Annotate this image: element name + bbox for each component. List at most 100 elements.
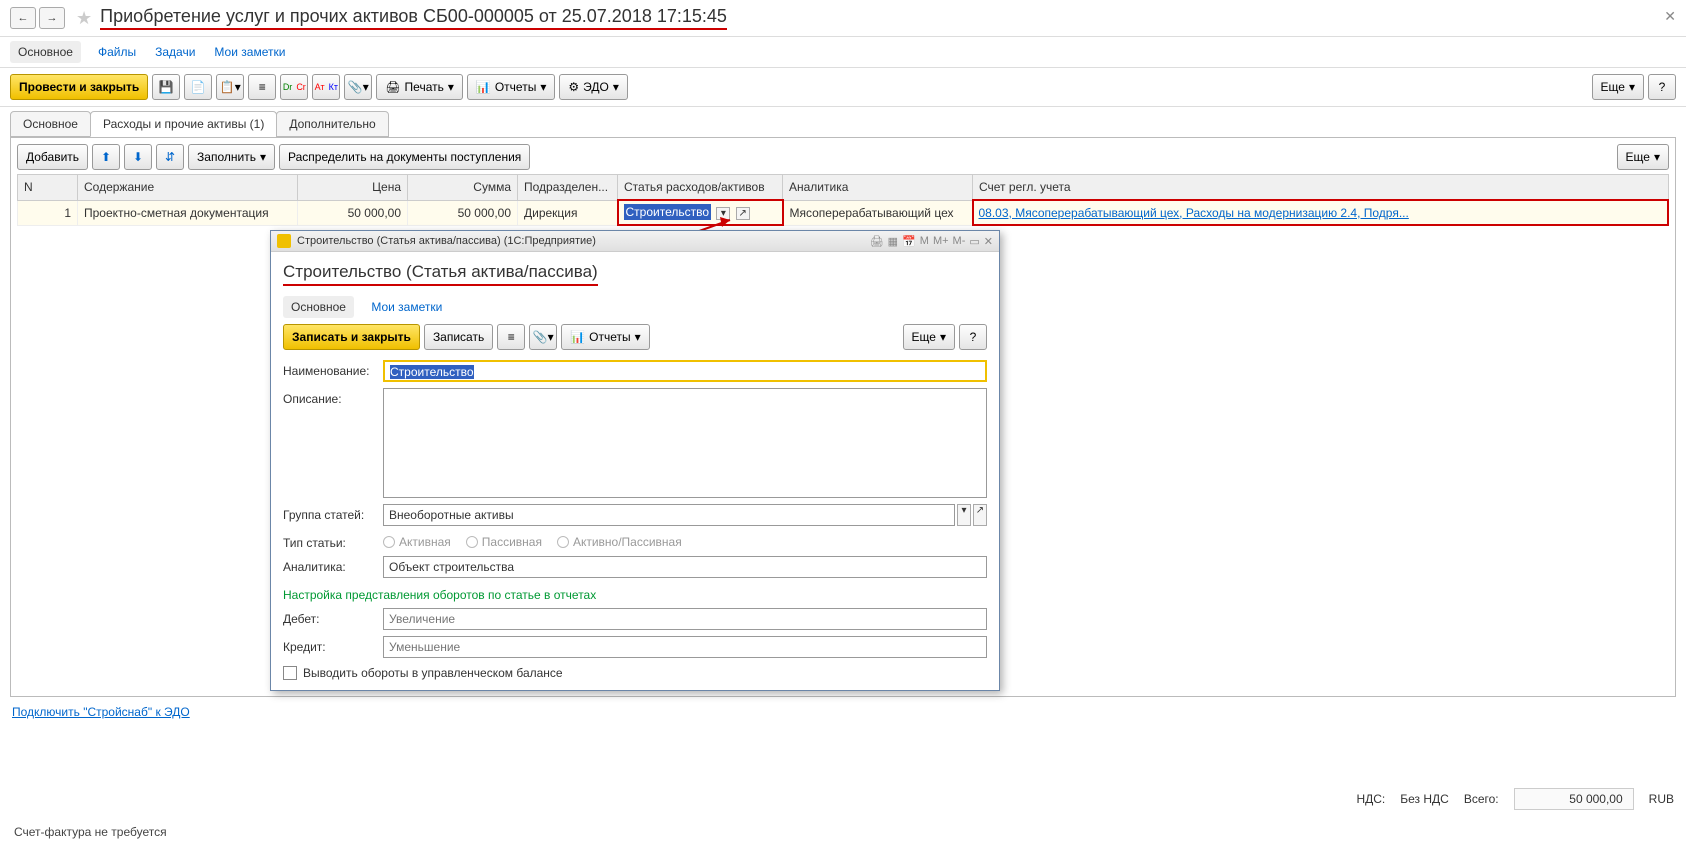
expense-dropdown-icon[interactable]: ▾: [716, 207, 730, 220]
print-button[interactable]: 🖨 Печать ▾: [376, 74, 463, 100]
save-icon-button[interactable]: 💾: [152, 74, 180, 100]
col-content[interactable]: Содержание: [78, 175, 298, 201]
label-credit: Кредит:: [283, 636, 383, 654]
subtab-additional[interactable]: Дополнительно: [276, 111, 388, 137]
cell-n[interactable]: 1: [18, 200, 78, 225]
dr-cr-button[interactable]: DrCr: [280, 74, 308, 100]
connect-edo-link[interactable]: Подключить "Стройснаб" к ЭДО: [0, 697, 202, 727]
share-icon-button[interactable]: ⇵: [156, 144, 184, 170]
checkbox-row[interactable]: Выводить обороты в управленческом баланс…: [283, 666, 987, 680]
distribute-button[interactable]: Распределить на документы поступления: [279, 144, 530, 170]
select-group[interactable]: Внеоборотные активы: [383, 504, 955, 526]
col-expense[interactable]: Статья расходов/активов: [618, 175, 783, 201]
add-button[interactable]: Добавить: [17, 144, 88, 170]
checkbox-icon[interactable]: [283, 666, 297, 680]
inner-toolbar: Добавить ⬆ ⬇ ⇵ Заполнить ▾ Распределить …: [17, 144, 1669, 170]
header-bar: ← → ★ Приобретение услуг и прочих активо…: [0, 0, 1686, 37]
tab-tasks[interactable]: Задачи: [153, 41, 197, 63]
inner-more-button[interactable]: Еще ▾: [1617, 144, 1669, 170]
popup-close-icon[interactable]: ✕: [984, 235, 993, 248]
cell-dept[interactable]: Дирекция: [518, 200, 618, 225]
col-dept[interactable]: Подразделен...: [518, 175, 618, 201]
popup-heading: Строительство (Статья актива/пассива): [283, 262, 598, 286]
radio-passive[interactable]: Пассивная: [466, 535, 542, 549]
col-analytics[interactable]: Аналитика: [783, 175, 973, 201]
popup-tab-notes[interactable]: Мои заметки: [369, 296, 444, 318]
move-down-button[interactable]: ⬇: [124, 144, 152, 170]
input-debit[interactable]: [383, 608, 987, 630]
popup-mminus-icon[interactable]: M-: [953, 235, 966, 248]
copy-icon-button[interactable]: 📋▾: [216, 74, 244, 100]
popup-more-button[interactable]: Еще ▾: [903, 324, 955, 350]
popup-tab-main[interactable]: Основное: [283, 296, 354, 318]
popup-mplus-icon[interactable]: M+: [933, 235, 949, 248]
group-open-icon[interactable]: ↗: [973, 504, 987, 526]
green-heading: Настройка представления оборотов по стат…: [283, 588, 987, 602]
label-analytics: Аналитика:: [283, 556, 383, 574]
input-name[interactable]: Строительство: [383, 360, 987, 382]
list-icon-button[interactable]: ≡: [248, 74, 276, 100]
label-name: Наименование:: [283, 360, 383, 378]
close-icon[interactable]: ✕: [1664, 8, 1676, 25]
input-analytics[interactable]: Объект строительства: [383, 556, 987, 578]
total-value: 50 000,00: [1514, 788, 1634, 810]
popup-save-close-button[interactable]: Записать и закрыть: [283, 324, 420, 350]
move-up-button[interactable]: ⬆: [92, 144, 120, 170]
label-group: Группа статей:: [283, 504, 383, 522]
popup-print-icon[interactable]: 🖨: [870, 235, 884, 248]
nav-back-button[interactable]: ←: [10, 7, 36, 29]
popup-save-button[interactable]: Записать: [424, 324, 493, 350]
subtab-main[interactable]: Основное: [10, 111, 91, 137]
nds-value: Без НДС: [1400, 792, 1449, 806]
col-n[interactable]: N: [18, 175, 78, 201]
help-button[interactable]: ?: [1648, 74, 1676, 100]
more-button[interactable]: Еще ▾: [1592, 74, 1644, 100]
expense-open-icon[interactable]: ↗: [736, 207, 750, 220]
cell-price[interactable]: 50 000,00: [298, 200, 408, 225]
checkbox-label: Выводить обороты в управленческом баланс…: [303, 666, 563, 680]
col-price[interactable]: Цена: [298, 175, 408, 201]
col-sum[interactable]: Сумма: [408, 175, 518, 201]
tab-main[interactable]: Основное: [10, 41, 81, 63]
popup-attach-icon[interactable]: 📎▾: [529, 324, 557, 350]
col-account[interactable]: Счет регл. учета: [973, 175, 1669, 201]
cell-content[interactable]: Проектно-сметная документация: [78, 200, 298, 225]
cell-analytics[interactable]: Мясоперерабатывающий цех: [783, 200, 973, 225]
post-close-button[interactable]: Провести и закрыть: [10, 74, 148, 100]
popup-reports-button[interactable]: 📊 Отчеты ▾: [561, 324, 649, 350]
at-kt-button[interactable]: АтКт: [312, 74, 340, 100]
edo-button[interactable]: ⚙ ЭДО ▾: [559, 74, 627, 100]
label-type: Тип статьи:: [283, 532, 383, 550]
input-credit[interactable]: [383, 636, 987, 658]
popup-minimize-icon[interactable]: ▭: [969, 235, 979, 248]
table-row[interactable]: 1 Проектно-сметная документация 50 000,0…: [18, 200, 1669, 225]
main-tabs: Основное Файлы Задачи Мои заметки: [0, 37, 1686, 68]
radio-both[interactable]: Активно/Пассивная: [557, 535, 682, 549]
group-dropdown-icon[interactable]: ▾: [957, 504, 971, 526]
input-descr[interactable]: [383, 388, 987, 498]
nds-label: НДС:: [1356, 792, 1385, 806]
cell-sum[interactable]: 50 000,00: [408, 200, 518, 225]
popup-m-icon[interactable]: M: [920, 235, 929, 248]
tab-notes[interactable]: Мои заметки: [212, 41, 287, 63]
radio-active[interactable]: Активная: [383, 535, 451, 549]
popup-help-button[interactable]: ?: [959, 324, 987, 350]
subtab-expenses[interactable]: Расходы и прочие активы (1): [90, 111, 277, 137]
attach-icon-button[interactable]: 📎▾: [344, 74, 372, 100]
popup-calendar-icon[interactable]: 📅: [902, 235, 916, 248]
reports-button[interactable]: 📊 Отчеты ▾: [467, 74, 555, 100]
tab-files[interactable]: Файлы: [96, 41, 138, 63]
popup-list-icon[interactable]: ≡: [497, 324, 525, 350]
popup-app-icon: [277, 234, 291, 248]
cell-expense[interactable]: Строительство ▾ ↗: [618, 200, 783, 225]
radio-group-type: Активная Пассивная Активно/Пассивная: [383, 532, 682, 549]
popup-grid-icon[interactable]: ▦: [888, 235, 898, 248]
fill-button[interactable]: Заполнить ▾: [188, 144, 275, 170]
star-icon[interactable]: ★: [76, 8, 92, 29]
cell-account[interactable]: 08.03, Мясоперерабатывающий цех, Расходы…: [973, 200, 1669, 225]
nav-forward-button[interactable]: →: [39, 7, 65, 29]
label-descr: Описание:: [283, 388, 383, 406]
main-toolbar: Провести и закрыть 💾 📄 📋▾ ≡ DrCr АтКт 📎▾…: [0, 68, 1686, 107]
post-icon-button[interactable]: 📄: [184, 74, 212, 100]
popup-titlebar[interactable]: Строительство (Статья актива/пассива) (1…: [271, 231, 999, 252]
